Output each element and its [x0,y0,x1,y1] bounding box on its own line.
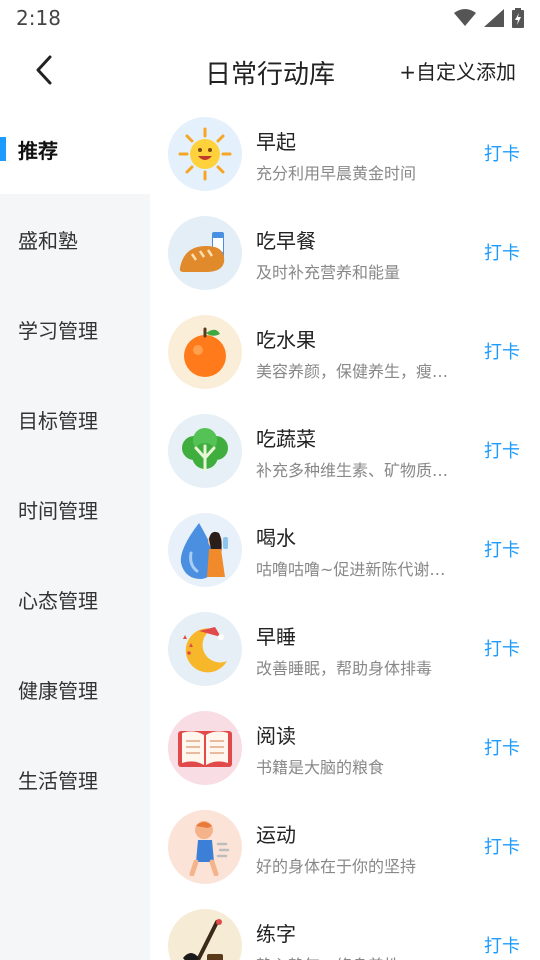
checkin-button[interactable]: 打卡 [484,140,520,166]
sidebar-item-life[interactable]: 生活管理 [0,734,150,824]
list-item[interactable]: 早睡 改善睡眠，帮助身体排毒 打卡 [150,599,540,698]
item-subtitle: 咕噜咕噜~促进新陈代谢… [256,560,446,579]
list-item[interactable]: 吃蔬菜 补充多种维生素、矿物质… 打卡 [150,401,540,500]
sidebar-item-study[interactable]: 学习管理 [0,284,150,374]
checkin-button[interactable]: 打卡 [484,635,520,661]
sidebar-item-label: 推荐 [18,138,58,163]
status-icons [454,8,524,28]
status-bar: 2:18 [0,0,540,36]
item-title: 运动 [256,823,296,847]
sidebar-item-label: 心态管理 [18,588,98,613]
sun-icon [168,117,242,191]
list-item[interactable]: 运动 好的身体在于你的坚持 打卡 [150,797,540,896]
item-subtitle: 及时补充营养和能量 [256,263,401,282]
item-title: 早起 [256,130,296,154]
signal-icon [484,9,504,27]
sidebar-item-label: 学习管理 [18,318,98,343]
runner-icon [168,810,242,884]
wifi-icon [454,9,476,26]
sidebar-item-mindset[interactable]: 心态管理 [0,554,150,644]
item-subtitle: 改善睡眠，帮助身体排毒 [256,659,433,678]
list-item[interactable]: 吃早餐 及时补充营养和能量 打卡 [150,203,540,302]
item-subtitle: 静心静气，修身养性 [256,952,468,960]
item-subtitle: 补充多种维生素、矿物质… [256,461,449,480]
checkin-button[interactable]: 打卡 [484,536,520,562]
item-title: 喝水 [256,526,296,550]
checkin-button[interactable]: 打卡 [484,338,520,364]
vegetable-icon [168,414,242,488]
checkin-button[interactable]: 打卡 [484,932,520,958]
checkin-button[interactable]: 打卡 [484,239,520,265]
item-title: 早睡 [256,625,296,649]
item-title: 吃水果 [256,328,316,352]
item-subtitle: 好的身体在于你的坚持 [256,857,417,876]
item-title: 阅读 [256,724,296,748]
water-icon [168,513,242,587]
item-subtitle: 美容养颜，保健养生，瘦… [256,362,449,381]
sidebar-item-label: 盛和塾 [18,228,78,253]
checkin-button[interactable]: 打卡 [484,833,520,859]
sidebar-item-label: 健康管理 [18,678,98,703]
action-list: 早起 充分利用早晨黄金时间 打卡 吃早餐 及时补充营养和能量 打卡 吃水果 美容… [150,104,540,960]
item-title: 练字 [256,922,296,946]
sidebar-item-shenghe[interactable]: 盛和塾 [0,194,150,284]
list-item[interactable]: 阅读 书籍是大脑的粮食 打卡 [150,698,540,797]
list-item[interactable]: 练字 静心静气，修身养性 打卡 [150,896,540,960]
sidebar-item-goals[interactable]: 目标管理 [0,374,150,464]
calligraphy-icon [168,909,242,960]
status-time: 2:18 [16,6,61,30]
custom-add-button[interactable]: +自定义添加 [399,56,516,85]
sidebar-item-label: 时间管理 [18,498,98,523]
book-icon [168,711,242,785]
header: 日常行动库 +自定义添加 [0,36,540,104]
checkin-button[interactable]: 打卡 [484,734,520,760]
sidebar-item-label: 生活管理 [18,768,98,793]
sidebar-item-time[interactable]: 时间管理 [0,464,150,554]
category-sidebar: 推荐 盛和塾 学习管理 目标管理 时间管理 心态管理 健康管理 生活管理 [0,104,150,960]
sidebar-item-recommend[interactable]: 推荐 [0,104,150,194]
item-title: 吃蔬菜 [256,427,316,451]
fruit-icon [168,315,242,389]
item-title: 吃早餐 [256,229,316,253]
sidebar-item-health[interactable]: 健康管理 [0,644,150,734]
checkin-button[interactable]: 打卡 [484,437,520,463]
sidebar-item-label: 目标管理 [18,408,98,433]
list-item[interactable]: 早起 充分利用早晨黄金时间 打卡 [150,104,540,203]
item-subtitle: 书籍是大脑的粮食 [256,758,385,777]
battery-icon [512,8,524,28]
item-subtitle: 充分利用早晨黄金时间 [256,164,417,183]
bread-icon [168,216,242,290]
list-item[interactable]: 喝水 咕噜咕噜~促进新陈代谢… 打卡 [150,500,540,599]
list-item[interactable]: 吃水果 美容养颜，保健养生，瘦… 打卡 [150,302,540,401]
moon-icon [168,612,242,686]
